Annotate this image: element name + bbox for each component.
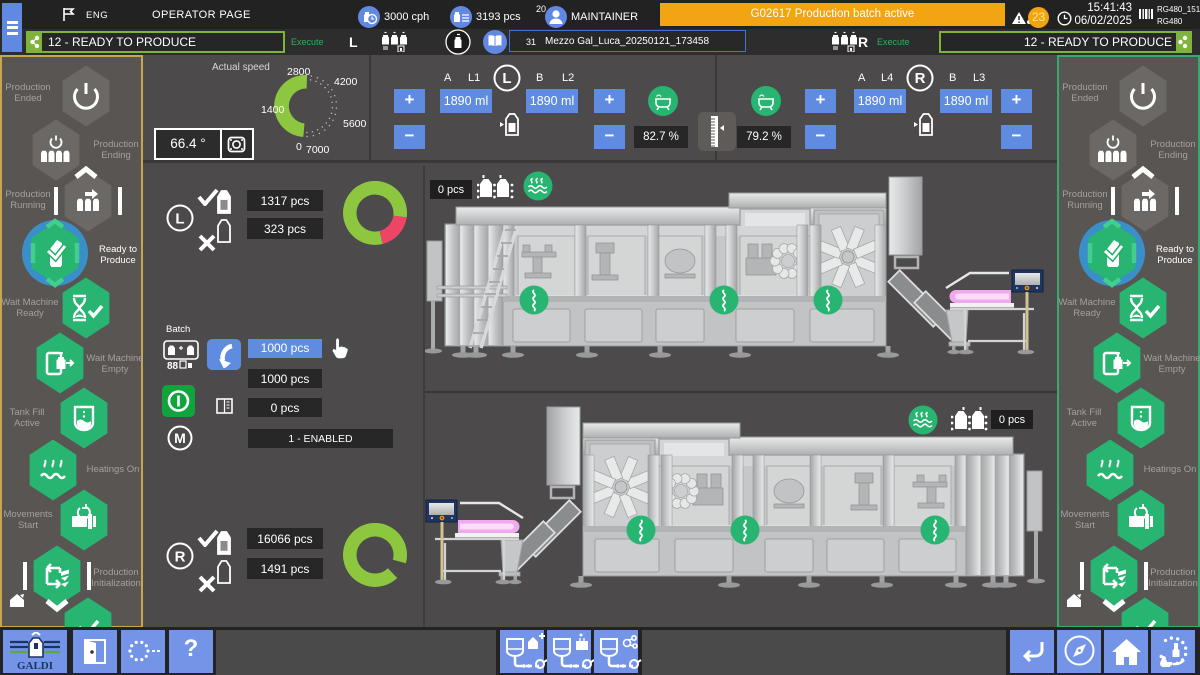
svg-text:GALDI: GALDI (17, 660, 53, 671)
